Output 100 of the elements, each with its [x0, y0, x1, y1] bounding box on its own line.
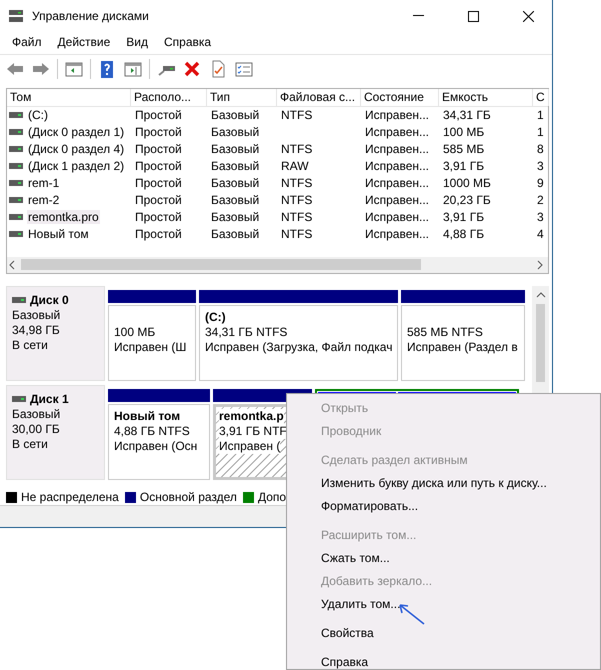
- table-cell: Базовый: [210, 108, 260, 122]
- drive-icon: [9, 230, 23, 238]
- window-title: Управление дисками: [32, 9, 150, 23]
- table-cell: Базовый: [210, 125, 260, 140]
- table-cell[interactable]: (Диск 1 раздел 2): [27, 159, 126, 174]
- table-cell[interactable]: (Диск 0 раздел 1): [27, 125, 126, 140]
- partition-header-bar[interactable]: [199, 290, 398, 302]
- table-cell: Исправен...: [364, 210, 430, 224]
- table-cell: 3: [536, 210, 545, 224]
- table-cell: 2: [536, 193, 545, 208]
- close-icon[interactable]: [523, 10, 534, 22]
- table-cell: Простой: [134, 159, 183, 174]
- column-header[interactable]: Емкость: [439, 88, 533, 106]
- legend-label: Основной раздел: [140, 490, 237, 504]
- table-cell: Исправен...: [364, 159, 430, 174]
- legend-label: Допо: [258, 490, 286, 504]
- table-cell: 4: [536, 227, 545, 242]
- horizontal-scrollbar[interactable]: [7, 256, 548, 272]
- disk-type: Базовый: [12, 406, 62, 422]
- partition-info: Исправен (Раздел в: [407, 340, 518, 354]
- table-cell: Исправен...: [364, 142, 430, 156]
- partition-header-bar[interactable]: [108, 388, 210, 402]
- table-cell: 1000 МБ: [442, 176, 492, 190]
- table-cell: Исправен...: [364, 227, 430, 242]
- table-cell: Исправен...: [364, 125, 430, 140]
- partition-info: Исправен (Загрузка, Файл подкач: [205, 340, 392, 354]
- column-header[interactable]: Состояние: [361, 88, 439, 106]
- table-cell[interactable]: Новый том: [27, 227, 90, 242]
- maximize-icon[interactable]: [468, 10, 479, 22]
- table-cell: Базовый: [210, 227, 260, 242]
- minimize-icon[interactable]: [413, 15, 424, 17]
- table-cell: NTFS: [280, 176, 314, 190]
- drive-icon: [9, 196, 23, 204]
- partition-name: remontka.p: [219, 408, 284, 424]
- context-menu-item[interactable]: Справка: [287, 651, 600, 670]
- chevron-up-icon[interactable]: [536, 290, 546, 300]
- table-cell: Базовый: [210, 159, 260, 174]
- table-cell: Базовый: [210, 193, 260, 208]
- column-header[interactable]: Располо...: [131, 88, 207, 106]
- partition-header-bar[interactable]: [401, 290, 525, 302]
- table-cell: Исправен...: [364, 193, 430, 208]
- table-cell: Простой: [134, 108, 183, 122]
- table-cell: NTFS: [280, 108, 314, 122]
- context-menu-item[interactable]: Свойства: [287, 622, 600, 645]
- chevron-right-icon[interactable]: [535, 260, 545, 270]
- drive-icon: [9, 213, 23, 222]
- drive-icon: [9, 128, 23, 136]
- table-cell[interactable]: rem-2: [27, 193, 60, 208]
- chevron-left-icon[interactable]: [7, 260, 17, 270]
- column-header[interactable]: С: [533, 88, 549, 106]
- table-cell: 100 МБ: [442, 125, 486, 140]
- table-cell: Базовый: [210, 176, 260, 190]
- partition-name: (C:): [205, 310, 226, 324]
- menu-item[interactable]: Файл: [12, 34, 42, 49]
- table-cell: Базовый: [210, 142, 260, 156]
- menu-item[interactable]: Действие: [58, 34, 110, 49]
- partition-info: Исправен (Ш: [114, 340, 186, 354]
- table-cell: Простой: [134, 193, 183, 208]
- disk-type: Базовый: [12, 308, 62, 322]
- table-cell: Базовый: [210, 210, 260, 224]
- column-header[interactable]: Файловая с...: [277, 88, 361, 106]
- disk-management-icon: [8, 9, 24, 23]
- table-cell[interactable]: (C:): [27, 108, 49, 122]
- partition-block[interactable]: (C:) 34,31 ГБ NTFS Исправен (Загрузка, Файл подкач: [199, 304, 398, 380]
- table-cell: Исправен...: [364, 176, 430, 190]
- table-cell: NTFS: [280, 142, 314, 156]
- partition-block[interactable]: Новый том 4,88 ГБ NTFS Исправен (Осн: [108, 404, 210, 480]
- menu-item[interactable]: Вид: [126, 34, 148, 49]
- drive-icon: [12, 296, 26, 304]
- partition-info: 100 МБ: [114, 324, 156, 340]
- disk-name: Диск 0: [30, 292, 69, 308]
- table-cell[interactable]: (Диск 0 раздел 4): [27, 142, 126, 156]
- table-cell: NTFS: [280, 210, 314, 224]
- drive-icon: [9, 111, 23, 120]
- table-cell: NTFS: [280, 227, 314, 242]
- context-menu-item[interactable]: Удалить том...: [287, 593, 600, 616]
- table-cell[interactable]: remontka.pro: [27, 210, 100, 224]
- context-menu-item[interactable]: Сжать том...: [287, 547, 600, 570]
- table-cell: Исправен...: [364, 108, 430, 122]
- disk-label-panel[interactable]: Диск 1 Базовый 30,00 ГБ В сети: [6, 384, 105, 480]
- legend-label: Не распределена: [21, 490, 119, 504]
- partition-info: Исправен (: [219, 438, 280, 454]
- table-cell[interactable]: rem-1: [27, 176, 60, 190]
- partition-header-bar[interactable]: [108, 290, 196, 302]
- table-cell: NTFS: [280, 193, 314, 208]
- table-cell: 20,23 ГБ: [442, 193, 492, 208]
- partition-block[interactable]: 585 МБ NTFS Исправен (Раздел в: [401, 304, 525, 380]
- column-header[interactable]: Том: [7, 88, 131, 106]
- menu-item[interactable]: Справка: [164, 34, 212, 49]
- disk-name: Диск 1: [30, 392, 69, 406]
- partition-block[interactable]: 100 МБ Исправен (Ш: [108, 304, 196, 380]
- table-cell: Простой: [134, 176, 183, 190]
- table-cell: 585 МБ: [442, 142, 486, 156]
- partition-info: 3,91 ГБ NTF: [219, 424, 287, 438]
- table-cell: Простой: [134, 227, 183, 242]
- disk-size: 30,00 ГБ: [12, 422, 61, 436]
- disk-label-panel[interactable]: Диск 0 Базовый 34,98 ГБ В сети: [6, 286, 105, 380]
- column-header[interactable]: Тип: [207, 88, 277, 106]
- partition-info: 4,88 ГБ NTFS: [114, 424, 190, 438]
- context-menu-item[interactable]: Форматировать...: [287, 495, 600, 518]
